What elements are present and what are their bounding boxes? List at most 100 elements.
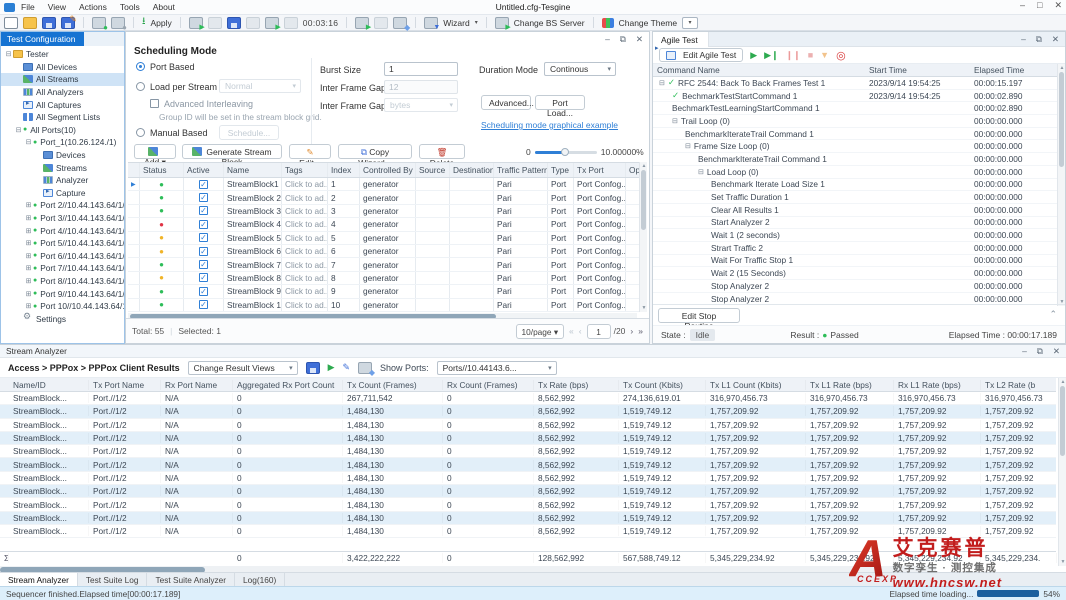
duration-mode-dropdown[interactable]: Continous	[544, 62, 616, 76]
menu-about[interactable]: About	[153, 2, 175, 12]
command-row[interactable]: Stop Analyzer 200:00:00.000	[653, 280, 1065, 293]
tree-item[interactable]: ⊟●Port_1(10.26.124./1)	[1, 136, 124, 149]
column-header[interactable]: Tx Count (Kbits)	[619, 380, 706, 390]
wizard-icon[interactable]	[424, 17, 438, 29]
command-row[interactable]: BenchmarkIterateTrail Command 100:00:00.…	[653, 153, 1065, 166]
tree-item[interactable]: ⊟Tester	[1, 48, 124, 61]
table-row[interactable]: ●✓StreamBlock 3Click to ad...3generatorP…	[128, 205, 647, 218]
command-row[interactable]: ⊟Trail Loop (0)00:00:00.000	[653, 115, 1065, 128]
tree-item[interactable]: ⊞●Port 2//10.44.143.64/1/1	[1, 199, 124, 212]
column-header[interactable]: Tx L1 Count (Kbits)	[706, 380, 806, 390]
command-row[interactable]: Wait 2 (15 Seconds)00:00:00.000	[653, 267, 1065, 280]
command-expander-icon[interactable]: ⊟	[685, 142, 691, 150]
copy-wizard-button[interactable]: ⧉ Copy Wizard...	[338, 144, 412, 159]
tree-item[interactable]: Capture	[1, 187, 124, 200]
radio-load-icon[interactable]	[136, 82, 145, 91]
menu-file[interactable]: File	[21, 2, 35, 12]
column-header[interactable]: Type	[548, 163, 574, 177]
command-row[interactable]: Start Analyzer 200:00:00.000	[653, 217, 1065, 230]
tree-expander-icon[interactable]: ⊞	[24, 290, 33, 298]
stop-sequencer-icon[interactable]: ■	[808, 50, 813, 60]
result-row[interactable]: StreamBlock...Port.//1/2N/A01,484,13008,…	[0, 485, 1056, 498]
column-header[interactable]: Traffic Pattern	[494, 163, 548, 177]
tree-item[interactable]: ⊞●Port 5//10.44.143.64/1/1	[1, 237, 124, 250]
start-analyzer-icon[interactable]	[265, 17, 279, 29]
edit-agile-test-button[interactable]: Edit Agile Test	[659, 48, 743, 62]
tree-item[interactable]: Settings	[1, 312, 124, 325]
column-header[interactable]: Name	[224, 163, 282, 177]
change-bs-server-button[interactable]: Change BS Server	[514, 18, 585, 28]
advanced-interleaving-checkbox[interactable]: Advanced Interleaving	[150, 99, 253, 109]
active-cell[interactable]: ✓	[184, 218, 224, 230]
tree-item[interactable]: All Captures	[1, 98, 124, 111]
active-cell[interactable]: ✓	[184, 205, 224, 217]
command-row[interactable]: Wait 1 (2 seconds)00:00:00.000	[653, 229, 1065, 242]
column-header[interactable]: Tx L1 Rate (bps)	[806, 380, 894, 390]
tree-expander-icon[interactable]: ⊞	[24, 277, 33, 285]
column-header[interactable]: Tx Port	[574, 163, 626, 177]
column-header[interactable]: Destination	[450, 163, 494, 177]
advanced-button[interactable]: Advanced...	[481, 95, 531, 110]
tab-agile-test[interactable]: Agile Test	[653, 32, 709, 47]
change-theme-button[interactable]: Change Theme	[619, 18, 677, 28]
tree-item[interactable]: ⊞●Port 8//10.44.143.64/1/1	[1, 275, 124, 288]
tree-item[interactable]: ⊞●Port 7//10.44.143.64/1/1	[1, 262, 124, 275]
page-size-dropdown[interactable]: 10/page ▾	[516, 324, 564, 339]
tab-log[interactable]: Log(160)	[235, 573, 285, 587]
column-header[interactable]: Active	[184, 163, 224, 177]
tab-stream-analyzer[interactable]: Stream Analyzer	[0, 573, 78, 587]
analyzer-vscrollbar[interactable]: ▲ ▼	[1058, 378, 1066, 566]
run-sequencer-icon[interactable]: ▶	[750, 50, 757, 61]
start-capture-icon[interactable]	[227, 17, 241, 29]
column-header[interactable]: Tx Count (Frames)	[343, 380, 443, 390]
prev-page-button[interactable]: ‹	[579, 326, 582, 336]
generate-stream-block-button[interactable]: Generate Stream Block	[182, 144, 282, 159]
command-expander-icon[interactable]: ⊟	[698, 168, 704, 176]
command-row[interactable]: ⊟Load Loop (0)00:00:00.000	[653, 166, 1065, 179]
result-row[interactable]: StreamBlock...Port.//1/2N/A01,484,13008,…	[0, 498, 1056, 511]
pause-sequencer-icon[interactable]: ❙❙	[786, 50, 801, 61]
apply-button[interactable]: Apply	[151, 18, 172, 28]
tab-test-suite-analyzer[interactable]: Test Suite Analyzer	[147, 573, 235, 587]
analyzer-minimize-button[interactable]: –	[1022, 346, 1027, 357]
command-row[interactable]: Clear All Results 100:00:00.000	[653, 204, 1065, 217]
resume-results-icon[interactable]: ▶	[328, 362, 335, 373]
table-row[interactable]: ●✓StreamBlock 5Click to ad...5generatorP…	[128, 232, 647, 245]
tree-item[interactable]: ⊞●Port 3//10.44.143.64/1/1	[1, 212, 124, 225]
table-row[interactable]: ●✓StreamBlock 6Click to ad...6generatorP…	[128, 245, 647, 258]
apply-icon[interactable]: ⭳	[142, 14, 146, 31]
load-mode-dropdown[interactable]: Normal	[219, 79, 301, 93]
maximize-button[interactable]: □	[1037, 0, 1042, 11]
column-header[interactable]: Tx Rate (bps)	[534, 380, 619, 390]
menu-view[interactable]: View	[48, 2, 66, 12]
change-theme-icon[interactable]	[602, 18, 614, 28]
next-page-button[interactable]: ›	[630, 326, 633, 336]
menu-actions[interactable]: Actions	[79, 2, 107, 12]
open-config-icon[interactable]	[23, 17, 37, 29]
active-checkbox[interactable]: ✓	[199, 247, 208, 256]
agile-minimize-button[interactable]: –	[1021, 34, 1026, 45]
table-row[interactable]: ▶●✓StreamBlock1Click to ad...1generatorP…	[128, 178, 647, 191]
active-checkbox[interactable]: ✓	[199, 206, 208, 215]
active-checkbox[interactable]: ✓	[199, 180, 208, 189]
agile-vthumb[interactable]	[1059, 72, 1064, 167]
table-row[interactable]: ●✓StreamBlock 10Click to ad...10generato…	[128, 299, 647, 312]
load-slider[interactable]: 0 10.00000%	[526, 147, 644, 157]
slider-thumb[interactable]	[561, 148, 569, 156]
stop-analyzer-icon[interactable]	[284, 17, 298, 29]
tree-expander-icon[interactable]: ⊞	[24, 252, 33, 260]
tree-expander-icon[interactable]: ⊞	[24, 214, 33, 222]
column-header[interactable]: Aggregated Rx Port Count	[233, 380, 343, 390]
active-checkbox[interactable]: ✓	[199, 300, 208, 309]
active-cell[interactable]: ✓	[184, 178, 224, 190]
column-header[interactable]: Tags	[282, 163, 328, 177]
start-all-ports-icon[interactable]	[189, 17, 203, 29]
radio-port-based[interactable]: Port Based	[136, 62, 195, 72]
stop-capture-icon[interactable]	[246, 17, 260, 29]
tree-item[interactable]: ⊞●Port 4//10.44.143.64/1/1	[1, 224, 124, 237]
tree-item[interactable]: ⊟●All Ports(10)	[1, 124, 124, 137]
column-header[interactable]: Status	[140, 163, 184, 177]
scheduling-example-link[interactable]: Scheduling mode graphical example	[481, 120, 618, 130]
slider-track[interactable]	[535, 151, 597, 154]
result-row[interactable]: StreamBlock...Port.//1/2N/A01,484,13008,…	[0, 472, 1056, 485]
